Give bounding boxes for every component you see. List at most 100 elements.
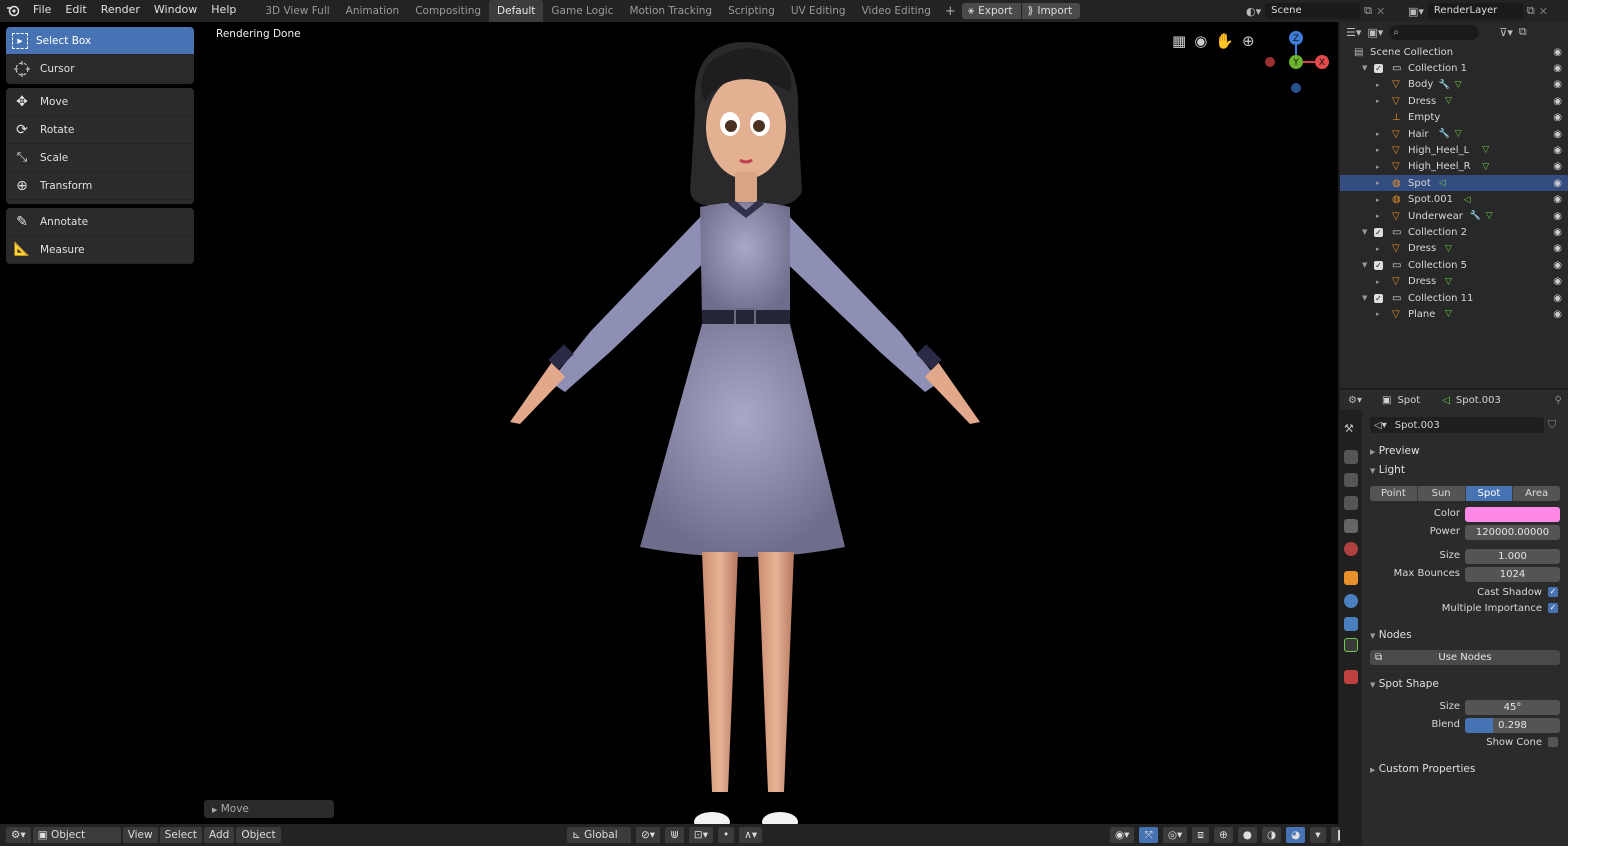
- power-field[interactable]: 120000.00000: [1465, 525, 1560, 540]
- select-menu[interactable]: Select: [159, 827, 203, 843]
- vertex-icon[interactable]: ▽: [1455, 80, 1462, 90]
- collapse-arrow-icon[interactable]: ▼: [1362, 64, 1367, 72]
- render-tab-icon[interactable]: [1344, 450, 1358, 464]
- fake-user-shield-icon[interactable]: ⛉: [1548, 418, 1556, 432]
- last-operator-panel[interactable]: ▶ Move: [204, 800, 334, 818]
- expand-arrow-icon[interactable]: ▸: [1376, 97, 1380, 105]
- expand-arrow-icon[interactable]: ▸: [1376, 245, 1380, 253]
- import-button[interactable]: ⟫ Import: [1021, 3, 1081, 19]
- transform-tool[interactable]: ⊕ Transform: [6, 172, 194, 200]
- outliner-row[interactable]: ⊥ Empty ◉: [1340, 110, 1568, 126]
- workspace-tab-uv-editing[interactable]: UV Editing: [783, 0, 854, 22]
- light-data-tab-icon[interactable]: [1344, 638, 1358, 652]
- exclude-checkbox[interactable]: ✓: [1374, 260, 1383, 270]
- vertex-icon[interactable]: ▽: [1445, 309, 1452, 319]
- custom-properties-section-header[interactable]: ▶ Custom Properties: [1370, 763, 1475, 775]
- hand-pan-icon[interactable]: ✋: [1215, 32, 1234, 50]
- expand-arrow-icon[interactable]: ▸: [1376, 179, 1380, 187]
- falloff-dropdown[interactable]: ∧▾: [739, 827, 763, 843]
- menu-file[interactable]: File: [26, 0, 58, 22]
- view-layer-tab-icon[interactable]: [1344, 496, 1358, 510]
- world-tab-icon[interactable]: [1344, 542, 1358, 556]
- eye-icon[interactable]: ◉: [1553, 47, 1562, 58]
- texture-tab-icon[interactable]: [1344, 670, 1358, 684]
- renderlayer-field[interactable]: RenderLayer: [1427, 3, 1523, 19]
- outliner-row[interactable]: ▸ ▽ Hair 🔧 ▽ ◉: [1340, 126, 1568, 142]
- add-workspace-icon[interactable]: +: [939, 4, 962, 19]
- export-button[interactable]: ⚹ Export: [961, 3, 1021, 19]
- output-tab-icon[interactable]: [1344, 473, 1358, 487]
- outliner-row[interactable]: ▸ ▽ Plane ▽ ◉: [1340, 306, 1568, 322]
- light-type-spot[interactable]: Spot: [1465, 486, 1514, 501]
- eye-icon[interactable]: ◉: [1553, 112, 1562, 123]
- blend-slider[interactable]: 0.298: [1465, 718, 1560, 733]
- outliner-row[interactable]: ▸ ▽ High_Heel_L ▽ ◉: [1340, 142, 1568, 158]
- visibility-dropdown[interactable]: ◉▾: [1110, 827, 1135, 843]
- rendered-shading[interactable]: ◕: [1286, 827, 1306, 843]
- outliner-row[interactable]: ▸ ▽ Body 🔧 ▽ ◉: [1340, 77, 1568, 93]
- constraints-tab-icon[interactable]: [1344, 617, 1358, 631]
- solid-shading[interactable]: ●: [1237, 827, 1257, 843]
- workspace-tab-default[interactable]: Default: [489, 0, 544, 22]
- wrench-icon[interactable]: 🔧: [1439, 129, 1450, 139]
- wrench-icon[interactable]: 🔧: [1470, 211, 1481, 221]
- menu-render[interactable]: Render: [94, 0, 147, 22]
- properties-editor-icon[interactable]: ⚙▾: [1348, 395, 1362, 406]
- remove-scene-icon[interactable]: ✕: [1376, 5, 1385, 18]
- snap-toggle[interactable]: ⋓: [665, 827, 684, 843]
- vertex-icon[interactable]: ▽: [1482, 162, 1489, 172]
- scene-icon[interactable]: ◐▾: [1246, 5, 1261, 18]
- light-type-area[interactable]: Area: [1513, 486, 1560, 501]
- max-bounces-field[interactable]: 1024: [1465, 567, 1560, 582]
- eye-icon[interactable]: ◉: [1553, 293, 1562, 304]
- wireframe-shading[interactable]: ⊕: [1213, 827, 1233, 843]
- workspace-tab-compositing[interactable]: Compositing: [407, 0, 489, 22]
- scene-field[interactable]: Scene: [1265, 3, 1361, 19]
- vertex-icon[interactable]: ▽: [1445, 277, 1452, 287]
- view-menu[interactable]: View: [122, 827, 158, 843]
- editor-type-button[interactable]: ⚙▾: [6, 827, 31, 843]
- zoom-icon[interactable]: ⊕: [1242, 32, 1255, 50]
- proportional-editing-toggle[interactable]: •: [717, 827, 735, 843]
- vertex-icon[interactable]: ▽: [1455, 129, 1462, 139]
- exclude-checkbox[interactable]: ✓: [1374, 293, 1383, 303]
- expand-arrow-icon[interactable]: ▸: [1376, 196, 1380, 204]
- new-collection-icon[interactable]: ⧉: [1519, 25, 1527, 39]
- pin-icon[interactable]: ⚲: [1555, 395, 1562, 406]
- light-data-icon[interactable]: ◁: [1464, 195, 1471, 205]
- menu-edit[interactable]: Edit: [58, 0, 93, 22]
- outliner-search-input[interactable]: ⌕: [1389, 24, 1480, 40]
- scene-tab-icon[interactable]: [1344, 519, 1358, 533]
- collapse-arrow-icon[interactable]: ▼: [1362, 228, 1367, 236]
- scale-tool[interactable]: ⤡ Scale: [6, 144, 194, 172]
- outliner-row[interactable]: ▼ ✓ ▭ Collection 1 ◉: [1340, 60, 1568, 76]
- material-shading[interactable]: ◑: [1261, 827, 1282, 843]
- expand-arrow-icon[interactable]: ▸: [1376, 146, 1380, 154]
- light-section-header[interactable]: ▼ Light: [1370, 464, 1405, 476]
- renderlayer-icon[interactable]: ▣▾: [1408, 5, 1424, 18]
- show-cone-checkbox[interactable]: [1548, 737, 1558, 747]
- use-nodes-button[interactable]: ⧉ Use Nodes: [1370, 650, 1560, 665]
- snap-target-dropdown[interactable]: ⊡▾: [688, 827, 713, 843]
- collapse-arrow-icon[interactable]: ▼: [1362, 294, 1367, 302]
- exclude-checkbox[interactable]: ✓: [1374, 63, 1383, 73]
- select-box-tool[interactable]: ▸ Select Box: [6, 27, 194, 55]
- menu-help[interactable]: Help: [204, 0, 243, 22]
- eye-icon[interactable]: ◉: [1553, 178, 1562, 189]
- eye-icon[interactable]: ◉: [1553, 194, 1562, 205]
- cast-shadow-checkbox[interactable]: ✓: [1548, 587, 1558, 597]
- eye-icon[interactable]: ◉: [1553, 276, 1562, 287]
- menu-window[interactable]: Window: [147, 0, 204, 22]
- move-tool[interactable]: ✥ Move: [6, 88, 194, 116]
- workspace-tab-scripting[interactable]: Scripting: [720, 0, 783, 22]
- overlays-dropdown[interactable]: ◎▾: [1162, 827, 1188, 843]
- remove-renderlayer-icon[interactable]: ✕: [1539, 5, 1548, 18]
- filter-icon[interactable]: ⊽▾: [1499, 26, 1513, 39]
- outliner-editor-icon[interactable]: ☰▾: [1346, 26, 1361, 39]
- eye-icon[interactable]: ◉: [1553, 129, 1562, 140]
- workspace-tab-motion-tracking[interactable]: Motion Tracking: [621, 0, 720, 22]
- annotate-tool[interactable]: ✎ Annotate: [6, 208, 194, 236]
- eye-icon[interactable]: ◉: [1553, 211, 1562, 222]
- expand-arrow-icon[interactable]: ▸: [1376, 130, 1380, 138]
- eye-icon[interactable]: ◉: [1553, 145, 1562, 156]
